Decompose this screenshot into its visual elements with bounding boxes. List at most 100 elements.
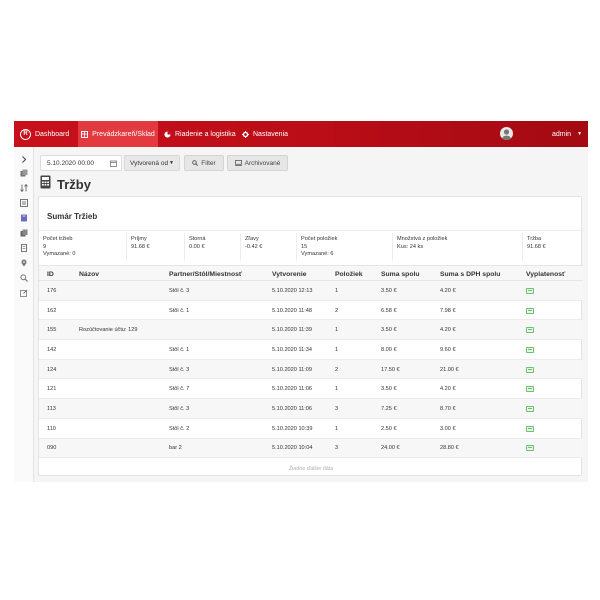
cell-suma: 2.50 € bbox=[381, 425, 397, 432]
cell-suma-dph: 4.20 € bbox=[440, 327, 456, 334]
paid-icon bbox=[526, 419, 534, 439]
cell-id: 176 bbox=[47, 287, 57, 294]
calendar-icon[interactable] bbox=[110, 160, 117, 169]
column-header-poloziek[interactable]: Položiek bbox=[335, 266, 363, 282]
nav-prevadzkaren-label: Prevádzkareň/Sklad bbox=[92, 130, 155, 138]
table-header: ID Názov Partner/Stôl/Miestnosť Vytvoren… bbox=[39, 265, 583, 281]
summary-stats: Počet tržieb 9 Vymazané: 0 Príjmy 91.68 … bbox=[39, 233, 583, 263]
cell-partner: Stôl č. 1 bbox=[169, 346, 190, 353]
date-field-select[interactable]: Vytvorená od ▼ bbox=[124, 155, 180, 171]
sidebar bbox=[14, 147, 34, 482]
table-row[interactable]: 162 Stôl č. 1 5.10.2020 11:48 2 6.58 € 7… bbox=[39, 301, 583, 321]
table-row[interactable]: 142 Stôl č. 1 5.10.2020 11:34 1 8.00 € 9… bbox=[39, 340, 583, 360]
cell-id: 124 bbox=[47, 366, 57, 373]
paid-icon bbox=[526, 439, 534, 459]
calculator-icon bbox=[40, 175, 51, 194]
summary-label: Množstvá z položiek bbox=[397, 236, 448, 242]
nav-dashboard-label: Dashboard bbox=[35, 130, 70, 138]
nav-riadenie-logistika[interactable]: Riadenie a logistika bbox=[164, 121, 236, 147]
cell-suma-dph: 4.20 € bbox=[440, 287, 456, 294]
summary-value: Kus: 24 ks bbox=[397, 243, 424, 250]
table-row[interactable]: 113 Stôl č. 3 5.10.2020 11:06 3 7.25 € 8… bbox=[39, 399, 583, 419]
cell-suma: 3.50 € bbox=[381, 287, 397, 294]
map-pin-icon[interactable] bbox=[19, 258, 29, 268]
column-header-suma[interactable]: Suma spolu bbox=[381, 266, 420, 282]
cell-suma: 7.25 € bbox=[381, 405, 397, 412]
user-menu[interactable]: admin ▼ bbox=[552, 121, 582, 147]
user-name: admin bbox=[552, 130, 572, 138]
table-icon bbox=[81, 130, 89, 138]
cell-partner: Stôl č. 7 bbox=[169, 386, 190, 393]
column-header-vyplatenost[interactable]: Vyplatenosť bbox=[526, 266, 565, 282]
caret-down-icon: ▼ bbox=[169, 160, 174, 166]
cell-suma-dph: 21.00 € bbox=[440, 366, 459, 373]
cell-poloziek: 1 bbox=[335, 346, 339, 353]
cell-vytvorenie: 5.10.2020 10:04 bbox=[272, 445, 313, 452]
gear-icon bbox=[242, 130, 249, 138]
cell-poloziek: 2 bbox=[335, 307, 339, 314]
table-row[interactable]: 155 Rozúčtovanie účtu: 129 5.10.2020 11:… bbox=[39, 320, 583, 341]
cell-nazov: Rozúčtovanie účtu: 129 bbox=[79, 327, 138, 334]
cell-suma-dph: 7.98 € bbox=[440, 307, 456, 314]
cell-vytvorenie: 5.10.2020 11:06 bbox=[272, 405, 313, 412]
page-header: Tržby bbox=[40, 175, 91, 194]
date-field-select-value: Vytvorená od bbox=[130, 159, 169, 167]
nav-dashboard[interactable]: R Dashboard bbox=[20, 121, 69, 147]
summary-extra: Vymazané: 0 bbox=[43, 251, 76, 257]
cell-partner: Stôl č. 3 bbox=[169, 366, 190, 373]
nav-prevadzkaren-sklad[interactable]: Prevádzkareň/Sklad bbox=[78, 121, 158, 147]
cell-suma: 6.58 € bbox=[381, 307, 397, 314]
nav-riadenie-label: Riadenie a logistika bbox=[175, 130, 236, 138]
cell-vytvorenie: 5.10.2020 11:06 bbox=[272, 386, 313, 393]
search-icon[interactable] bbox=[19, 273, 29, 283]
logo-icon: R bbox=[20, 128, 31, 140]
column-header-id[interactable]: ID bbox=[47, 266, 54, 282]
column-header-suma-dph[interactable]: Suma s DPH spolu bbox=[440, 266, 500, 282]
app-window: R Dashboard Prevádzkareň/Sklad Riadenie … bbox=[14, 121, 588, 482]
cell-suma-dph: 9.60 € bbox=[440, 346, 456, 353]
table-row[interactable]: 121 Stôl č. 7 5.10.2020 11:06 1 3.50 € 4… bbox=[39, 379, 583, 400]
cell-poloziek: 3 bbox=[335, 405, 339, 412]
date-from-input[interactable]: 5.10.2020 00:00 bbox=[40, 155, 122, 171]
avatar[interactable] bbox=[500, 127, 513, 140]
edit-icon[interactable] bbox=[19, 288, 29, 298]
summary-value: 15 bbox=[301, 243, 308, 250]
summary-cell-prijmy: Príjmy 91.68 € bbox=[127, 233, 185, 261]
summary-cell-pocet-trzieb: Počet tržieb 9 Vymazané: 0 bbox=[39, 233, 127, 261]
table-row[interactable]: 124 Stôl č. 3 5.10.2020 11:09 2 17.50 € … bbox=[39, 359, 583, 380]
nav-nastavenia[interactable]: Nastavenia bbox=[242, 121, 288, 147]
sort-icon[interactable] bbox=[19, 183, 29, 193]
column-header-partner[interactable]: Partner/Stôl/Miestnosť bbox=[169, 266, 242, 282]
receipt-icon[interactable] bbox=[19, 243, 29, 253]
load-more-text: Žiadne ďalšie dáta bbox=[288, 466, 334, 472]
paid-icon bbox=[526, 360, 534, 380]
archive-button[interactable]: Archivované bbox=[227, 155, 288, 171]
cell-poloziek: 1 bbox=[335, 386, 339, 393]
summary-label: Počet tržieb bbox=[43, 236, 73, 242]
table-row[interactable]: 110 Stôl č. 2 5.10.2020 10:39 1 2.50 € 3… bbox=[39, 419, 583, 439]
cell-partner: Stôl č. 3 bbox=[169, 287, 190, 294]
cell-suma-dph: 8.70 € bbox=[440, 405, 456, 412]
divider bbox=[39, 230, 583, 231]
copy-icon[interactable] bbox=[19, 228, 29, 238]
paid-icon bbox=[526, 281, 534, 301]
paid-icon bbox=[526, 320, 534, 340]
filter-button[interactable]: Filter bbox=[184, 155, 224, 171]
table-row[interactable]: 090 bar 2 5.10.2020 10:04 3 24.00 € 28.8… bbox=[39, 438, 583, 459]
copy-icon[interactable] bbox=[19, 168, 29, 178]
column-header-vytvorenie[interactable]: Vytvorenie bbox=[272, 266, 307, 282]
cell-id: 090 bbox=[47, 445, 57, 452]
book-icon[interactable] bbox=[19, 213, 29, 223]
cell-id: 113 bbox=[47, 405, 56, 412]
list-icon[interactable] bbox=[19, 198, 29, 208]
cell-poloziek: 1 bbox=[335, 327, 339, 334]
table-row[interactable]: 176 Stôl č. 3 5.10.2020 12:13 1 3.50 € 4… bbox=[39, 281, 583, 301]
summary-label: Príjmy bbox=[131, 236, 147, 242]
summary-value: 9 bbox=[43, 243, 47, 250]
paid-icon bbox=[526, 340, 534, 360]
chevron-right-icon[interactable] bbox=[19, 154, 29, 164]
summary-value: 91.68 € bbox=[527, 243, 546, 250]
paid-icon bbox=[526, 379, 534, 399]
summary-value: -0.42 € bbox=[245, 243, 263, 250]
column-header-nazov[interactable]: Názov bbox=[79, 266, 99, 282]
